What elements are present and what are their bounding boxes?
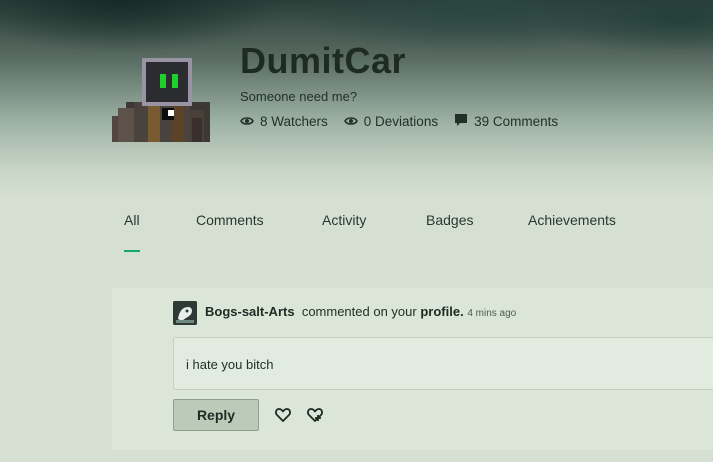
activity-timestamp[interactable]: 4 mins ago [467,308,516,319]
tab-achievements[interactable]: Achievements [528,212,616,228]
commenter-name[interactable]: Bogs-salt-Arts [205,304,295,319]
comments-stat[interactable]: 39 Comments [454,113,558,130]
heart-icon[interactable] [274,406,292,424]
comments-count: 39 Comments [474,114,559,129]
tab-activity[interactable]: Activity [322,212,366,228]
tab-badges[interactable]: Badges [426,212,473,228]
activity-headline: Bogs-salt-Arts commented on your profile… [205,304,516,319]
activity-action: commented on your [301,304,417,319]
profile-username[interactable]: DumitCar [240,40,406,82]
deviations-stat[interactable]: 0 Deviations [343,113,439,130]
speech-bubble-icon [454,113,474,130]
avatar[interactable] [112,58,210,142]
activity-target-link[interactable]: profile. [420,304,463,319]
watchers-count: 8 Watchers [260,114,328,129]
comment-text: i hate you bitch [186,357,274,372]
profile-tagline: Someone need me? [240,89,358,104]
active-tab-indicator [124,250,140,252]
watchers-stat[interactable]: 8 Watchers [240,113,328,130]
tab-all[interactable]: All [124,212,140,228]
profile-stats: 8 Watchers 0 Deviations 39 Comments [240,113,574,130]
commenter-avatar[interactable] [173,301,197,325]
deviations-count: 0 Deviations [363,114,439,129]
reply-button[interactable]: Reply [173,399,259,431]
heart-plus-icon[interactable] [306,406,324,424]
tab-comments[interactable]: Comments [196,212,264,228]
eye-icon [343,114,364,129]
eye-icon [240,114,260,129]
